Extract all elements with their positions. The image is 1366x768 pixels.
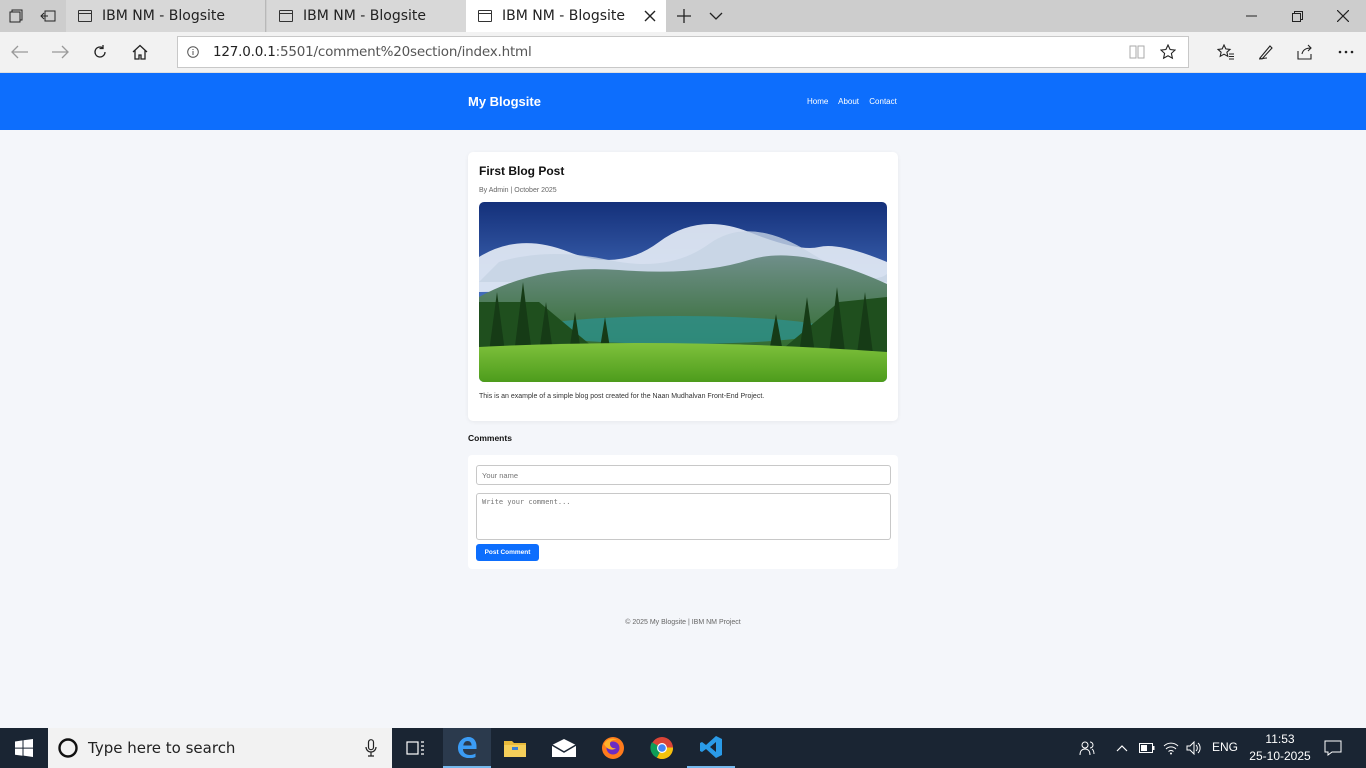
site-nav: Home About Contact — [807, 97, 905, 106]
search-placeholder: Type here to search — [88, 739, 236, 757]
nav-link-contact[interactable]: Contact — [869, 97, 897, 106]
nav-link-home[interactable]: Home — [807, 97, 828, 106]
tab-preview-chevron-icon[interactable] — [700, 0, 732, 32]
favorite-star-icon[interactable] — [1160, 44, 1176, 60]
comment-textarea[interactable] — [476, 493, 891, 540]
reading-view-icon[interactable] — [1129, 45, 1145, 59]
tab-title: IBM NM - Blogsite — [102, 8, 225, 24]
url-text: 127.0.0.1:5501/comment%20section/index.h… — [213, 44, 532, 60]
site-footer: © 2025 My Blogsite | IBM NM Project — [625, 619, 741, 626]
blog-post-card: First Blog Post By Admin | October 2025 — [468, 152, 898, 421]
firefox-icon[interactable] — [589, 728, 637, 768]
web-page: My Blogsite Home About Contact First Blo… — [0, 73, 1366, 728]
taskbar-search-box[interactable]: Type here to search — [48, 728, 392, 768]
post-title: First Blog Post — [479, 164, 565, 178]
nav-link-about[interactable]: About — [838, 97, 859, 106]
chevron-up-icon[interactable] — [1112, 728, 1132, 768]
name-input[interactable] — [476, 465, 891, 485]
address-toolbar: 127.0.0.1:5501/comment%20section/index.h… — [0, 32, 1366, 73]
clock-time: 11:53 — [1265, 732, 1295, 746]
windows-start-icon[interactable] — [0, 728, 48, 768]
task-view-icon[interactable] — [392, 728, 440, 768]
windows-taskbar: Type here to search ENG 11:53 25-10-2025 — [0, 728, 1366, 768]
more-menu-icon[interactable] — [1326, 32, 1366, 72]
refresh-icon[interactable] — [80, 32, 120, 72]
close-tab-icon[interactable] — [642, 8, 658, 24]
language-indicator[interactable]: ENG — [1212, 740, 1238, 754]
page-icon — [78, 10, 92, 22]
page-icon — [478, 10, 492, 22]
site-brand[interactable]: My Blogsite — [468, 94, 541, 109]
action-center-icon[interactable] — [1318, 728, 1348, 768]
mail-icon[interactable] — [540, 728, 588, 768]
close-window-icon[interactable] — [1320, 0, 1366, 32]
url-host: 127.0.0.1 — [213, 44, 276, 60]
browser-tab-bar: IBM NM - Blogsite IBM NM - Blogsite IBM … — [0, 0, 1366, 32]
browser-tab-active[interactable]: IBM NM - Blogsite — [466, 0, 666, 32]
site-header: My Blogsite Home About Contact — [0, 73, 1366, 130]
microphone-icon[interactable] — [365, 739, 377, 757]
system-clock[interactable]: 11:53 25-10-2025 — [1247, 731, 1313, 765]
new-tab-icon[interactable] — [668, 0, 700, 32]
browser-tab[interactable]: IBM NM - Blogsite — [267, 0, 467, 32]
tab-title: IBM NM - Blogsite — [502, 8, 625, 24]
share-icon[interactable] — [1285, 32, 1325, 72]
url-path: :5501/comment%20section/index.html — [275, 44, 532, 60]
favorites-hub-icon[interactable] — [1206, 32, 1246, 72]
post-image — [479, 202, 887, 382]
web-note-pen-icon[interactable] — [1246, 32, 1286, 72]
address-bar[interactable]: 127.0.0.1:5501/comment%20section/index.h… — [177, 36, 1189, 68]
vscode-icon[interactable] — [687, 728, 735, 768]
forward-icon[interactable] — [40, 32, 80, 72]
set-aside-tabs-icon[interactable] — [32, 0, 64, 32]
chrome-icon[interactable] — [638, 728, 686, 768]
post-meta: By Admin | October 2025 — [479, 187, 557, 194]
home-icon[interactable] — [120, 32, 160, 72]
info-icon[interactable] — [187, 46, 199, 58]
restore-icon[interactable] — [1274, 0, 1320, 32]
volume-icon[interactable] — [1183, 728, 1205, 768]
people-icon[interactable] — [1074, 728, 1100, 768]
tab-manager-icon[interactable] — [0, 0, 32, 32]
tab-title: IBM NM - Blogsite — [303, 8, 426, 24]
post-body: This is an example of a simple blog post… — [479, 393, 765, 400]
cortana-icon — [58, 738, 78, 758]
wifi-icon[interactable] — [1160, 728, 1182, 768]
post-comment-button[interactable]: Post Comment — [476, 544, 539, 561]
page-icon — [279, 10, 293, 22]
comment-form: Post Comment — [468, 455, 898, 569]
clock-date: 25-10-2025 — [1249, 749, 1311, 763]
back-icon[interactable] — [0, 32, 40, 72]
file-explorer-icon[interactable] — [491, 728, 539, 768]
minimize-icon[interactable] — [1228, 0, 1274, 32]
browser-tab[interactable]: IBM NM - Blogsite — [66, 0, 266, 32]
comments-heading: Comments — [468, 433, 512, 443]
battery-icon[interactable] — [1136, 728, 1158, 768]
edge-browser-icon[interactable] — [443, 728, 491, 768]
